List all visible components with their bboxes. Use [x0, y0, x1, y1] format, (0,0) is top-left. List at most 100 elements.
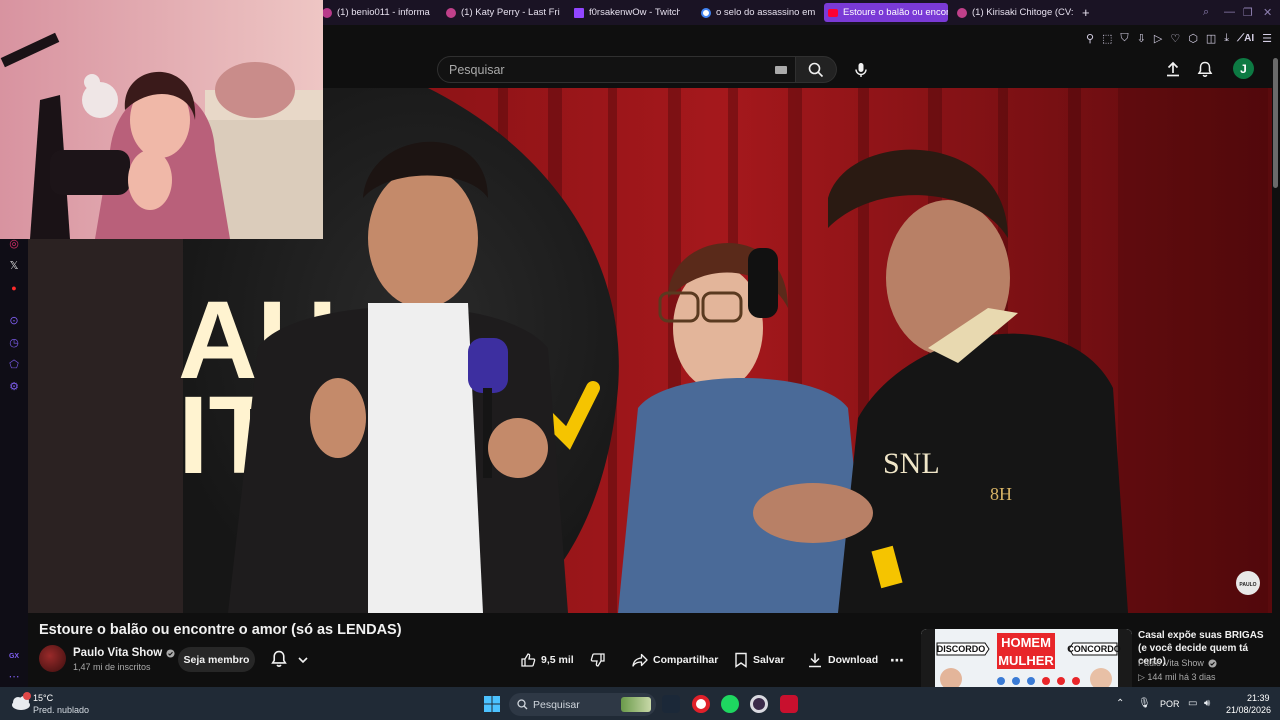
notifications-button[interactable]: [1196, 60, 1214, 78]
tab-twitch[interactable]: f0rsakenwOw - Twitch: [570, 3, 680, 22]
opera-icon[interactable]: [692, 695, 710, 713]
keyboard-icon[interactable]: [775, 66, 787, 74]
jacket-logo-text: SNL: [883, 447, 940, 480]
more-actions-button[interactable]: ⋯: [890, 650, 904, 670]
tab-label: (1) Kirisaki Chitoge (CV: To: [972, 7, 1075, 18]
taskbar-clock-time[interactable]: 21:39: [1247, 693, 1270, 703]
maximize-icon[interactable]: ❐: [1243, 6, 1253, 19]
heart-icon[interactable]: ♡: [1170, 32, 1180, 45]
chevron-down-icon[interactable]: [296, 653, 310, 667]
pin-icon[interactable]: ⚲: [1086, 32, 1094, 45]
tab-google-search[interactable]: o selo do assassino em ma: [697, 3, 817, 22]
share-label: Compartilhar: [653, 654, 719, 666]
cube-icon[interactable]: ◫: [1206, 32, 1216, 45]
subscriber-count: 1,47 mi de inscritos: [73, 662, 151, 672]
webcam-image: [0, 0, 323, 239]
taskbar-search[interactable]: Pesquisar: [509, 693, 656, 716]
spotify-icon[interactable]: [721, 695, 739, 713]
headphones-prop: [748, 248, 778, 318]
tab-katy-perry[interactable]: (1) Katy Perry - Last Friday: [442, 3, 560, 22]
history-icon[interactable]: ◷: [7, 336, 21, 350]
search-highlight-image: [621, 697, 651, 712]
save-button[interactable]: Salvar: [734, 650, 785, 670]
tab-label: o selo do assassino em ma: [716, 7, 817, 18]
tray-volume-icon[interactable]: 🔊︎: [1204, 698, 1210, 709]
recommendation-thumbnail[interactable]: DISCORDO HOMEM MULHER CONCORDO: [921, 629, 1132, 688]
join-button[interactable]: Seja membro: [178, 647, 255, 672]
instagram-icon[interactable]: ◎: [7, 237, 21, 251]
share-button[interactable]: Compartilhar: [632, 650, 718, 670]
tab-label: f0rsakenwOw - Twitch: [589, 7, 680, 18]
windows-start-icon[interactable]: [484, 696, 500, 712]
downloads-icon[interactable]: ⤓: [1224, 32, 1229, 45]
search-input[interactable]: Pesquisar: [437, 56, 796, 83]
gx-corner-label[interactable]: GX: [7, 650, 21, 664]
weather-description[interactable]: Pred. nublado: [33, 705, 89, 715]
menu-icon[interactable]: ☰: [1262, 32, 1272, 45]
channel-name: Paulo Vita Show: [73, 647, 163, 659]
tab-kirisaki[interactable]: (1) Kirisaki Chitoge (CV: To: [953, 3, 1075, 22]
close-icon[interactable]: ✕: [1263, 6, 1272, 19]
tray-chevron-up-icon[interactable]: ⌃: [1116, 698, 1124, 709]
messages-icon[interactable]: ⬠: [7, 358, 21, 372]
recommendation-channel[interactable]: Paulo Vita Show: [1138, 658, 1217, 668]
verified-icon: [166, 648, 175, 658]
more-icon[interactable]: ⋯: [7, 670, 21, 684]
tab-benio[interactable]: (1) benio011 - informações: [318, 3, 430, 22]
svg-text:PAULO: PAULO: [1239, 582, 1256, 588]
music-app-icon[interactable]: ●: [7, 281, 21, 295]
recommendation-channel-name: Paulo Vita Show: [1138, 658, 1204, 668]
minimize-icon[interactable]: —: [1224, 6, 1235, 18]
settings-gear-icon[interactable]: ⚙: [7, 380, 21, 394]
search-tabs-icon[interactable]: ⌕: [1203, 6, 1209, 19]
x-twitter-icon[interactable]: 𝕏: [7, 259, 21, 273]
thumbnail-image: DISCORDO HOMEM MULHER CONCORDO: [921, 629, 1132, 688]
download-label: Download: [828, 654, 879, 666]
like-button[interactable]: 9,5 mil: [520, 650, 574, 670]
download-button[interactable]: Download: [807, 650, 878, 670]
webcam-overlay: [0, 0, 323, 239]
google-icon: [701, 7, 711, 18]
tab-favicon-icon: [322, 7, 332, 18]
thumb-mid-bottom-label: MULHER: [998, 653, 1054, 668]
recommendation-meta: ▷ 144 mil há 3 dias: [1138, 672, 1216, 682]
new-tab-button[interactable]: +: [1078, 3, 1094, 22]
extensions-icon[interactable]: ⬡: [1188, 32, 1198, 45]
tray-microphone-icon[interactable]: 🎙︎: [1138, 698, 1151, 709]
dislike-button[interactable]: [590, 650, 606, 670]
player-icon[interactable]: ⊙: [7, 314, 21, 328]
ai-button[interactable]: ⟋AI: [1237, 33, 1254, 44]
microphone-icon: [855, 63, 867, 77]
tab-favicon-icon: [446, 7, 456, 18]
opera-gx-icon[interactable]: [750, 695, 768, 713]
account-avatar[interactable]: J: [1233, 58, 1254, 79]
channel-avatar[interactable]: [39, 645, 66, 672]
save-label: Salvar: [753, 654, 785, 666]
subscribe-bell-icon[interactable]: [270, 650, 288, 668]
verified-icon: [1208, 658, 1217, 668]
search-icon: [517, 699, 528, 710]
microphone-prop: [468, 338, 508, 393]
plus-icon: +: [1082, 5, 1090, 20]
channel-name-link[interactable]: Paulo Vita Show: [73, 647, 175, 659]
scrollbar-thumb[interactable]: [1273, 58, 1278, 188]
weather-cloud-icon[interactable]: [10, 692, 32, 712]
tab-youtube-active[interactable]: Estoure o balão ou encontr: [824, 3, 948, 22]
steam-icon[interactable]: [662, 695, 680, 713]
thumb-right-label: CONCORDO: [1067, 644, 1121, 654]
search-button[interactable]: [796, 56, 837, 83]
netflix-icon[interactable]: [780, 695, 798, 713]
download-music-icon[interactable]: ⇩: [1137, 32, 1146, 45]
tray-display-icon[interactable]: ▭: [1188, 698, 1197, 709]
snapshot-icon[interactable]: ⬚: [1102, 32, 1112, 45]
language-indicator[interactable]: POR: [1160, 699, 1180, 709]
taskbar-clock-date[interactable]: 21/08/2026: [1226, 705, 1271, 715]
tab-label: Estoure o balão ou encontr: [843, 7, 948, 18]
play-icon[interactable]: ▷: [1154, 32, 1162, 45]
share-icon: [632, 653, 648, 667]
voice-search-button[interactable]: [848, 57, 874, 83]
upload-button[interactable]: [1164, 60, 1182, 78]
search-icon: [808, 62, 824, 77]
weather-temperature[interactable]: 15°C: [33, 693, 53, 703]
shield-icon[interactable]: ⛉: [1120, 32, 1128, 45]
